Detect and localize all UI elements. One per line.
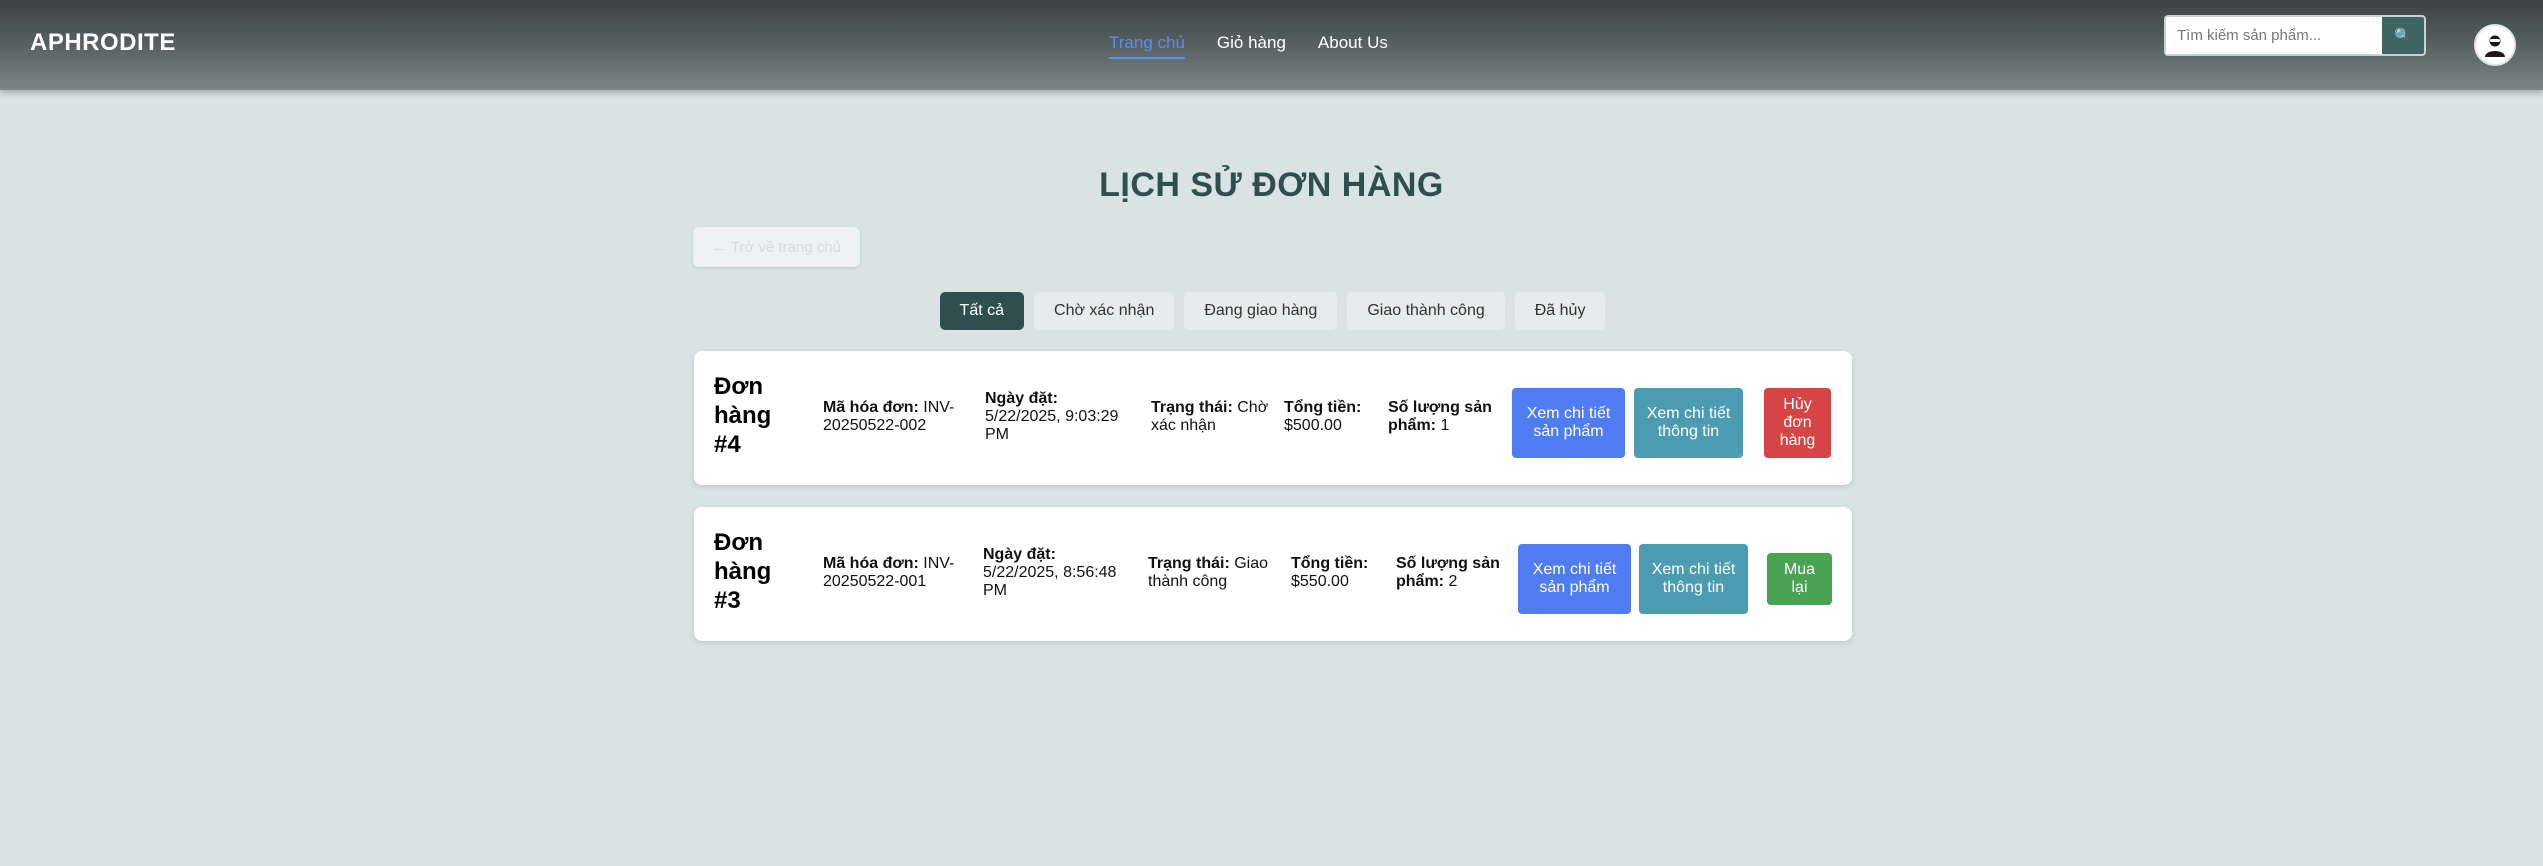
view-info-button[interactable]: Xem chi tiết thông tin bbox=[1634, 388, 1743, 458]
invoice-label: Mã hóa đơn: bbox=[823, 399, 919, 416]
order-title: Đơn hàng #4 bbox=[714, 373, 772, 458]
filter-delivered[interactable]: Giao thành công bbox=[1347, 292, 1505, 330]
cancel-order-button[interactable]: Hủy đơn hàng bbox=[1764, 388, 1831, 458]
main-nav: Trang chủ Giỏ hàng About Us bbox=[1109, 33, 1388, 59]
order-invoice: Mã hóa đơn: INV-20250522-001 bbox=[823, 555, 973, 591]
date-label: Ngày đặt: bbox=[983, 546, 1056, 563]
order-total: Tổng tiền: $500.00 bbox=[1284, 399, 1374, 435]
search-icon: 🔍 bbox=[2394, 27, 2412, 43]
order-date: Ngày đặt: 5/22/2025, 8:56:48 PM bbox=[983, 546, 1133, 600]
filter-pending[interactable]: Chờ xác nhận bbox=[1034, 292, 1175, 330]
search-bar: 🔍 bbox=[2164, 15, 2426, 56]
nav-cart[interactable]: Giỏ hàng bbox=[1217, 33, 1286, 59]
order-status: Trạng thái: Giao thành công bbox=[1148, 555, 1283, 591]
view-products-button[interactable]: Xem chi tiết sản phẩm bbox=[1518, 544, 1631, 614]
order-date: Ngày đặt: 5/22/2025, 9:03:29 PM bbox=[985, 390, 1135, 444]
date-label: Ngày đặt: bbox=[985, 390, 1058, 407]
quantity-value: 1 bbox=[1440, 417, 1450, 434]
order-status: Trạng thái: Chờ xác nhận bbox=[1151, 399, 1271, 435]
order-card: Đơn hàng #4 Mã hóa đơn: INV-20250522-002… bbox=[694, 351, 1852, 485]
filter-all[interactable]: Tất cả bbox=[939, 292, 1025, 330]
status-label: Trạng thái: bbox=[1151, 399, 1233, 416]
order-quantity: Số lượng sản phẩm: 1 bbox=[1388, 399, 1493, 435]
order-card: Đơn hàng #3 Mã hóa đơn: INV-20250522-001… bbox=[694, 507, 1852, 641]
date-value: 5/22/2025, 9:03:29 PM bbox=[985, 408, 1119, 443]
order-title: Đơn hàng #3 bbox=[714, 529, 772, 614]
quantity-value: 2 bbox=[1448, 573, 1458, 590]
total-label: Tổng tiền: bbox=[1291, 555, 1369, 572]
order-quantity: Số lượng sản phẩm: 2 bbox=[1396, 555, 1501, 591]
filter-cancelled[interactable]: Đã hủy bbox=[1514, 292, 1606, 330]
view-products-button[interactable]: Xem chi tiết sản phẩm bbox=[1512, 388, 1625, 458]
total-value: $550.00 bbox=[1291, 573, 1349, 590]
reorder-button[interactable]: Mua lại bbox=[1767, 553, 1832, 605]
search-button[interactable]: 🔍 bbox=[2382, 17, 2424, 54]
view-info-button[interactable]: Xem chi tiết thông tin bbox=[1639, 544, 1748, 614]
total-label: Tổng tiền: bbox=[1284, 399, 1362, 416]
brand-logo[interactable]: APHRODITE bbox=[30, 29, 176, 57]
status-label: Trạng thái: bbox=[1148, 555, 1230, 572]
avatar[interactable] bbox=[2474, 24, 2516, 66]
filter-shipping[interactable]: Đang giao hàng bbox=[1184, 292, 1338, 330]
search-input[interactable] bbox=[2166, 17, 2382, 54]
order-total: Tổng tiền: $550.00 bbox=[1291, 555, 1381, 591]
date-value: 5/22/2025, 8:56:48 PM bbox=[983, 564, 1117, 599]
status-filter-tabs: Tất cả Chờ xác nhận Đang giao hàng Giao … bbox=[0, 292, 2543, 330]
user-icon bbox=[2485, 35, 2505, 57]
page-title: LỊCH SỬ ĐƠN HÀNG bbox=[1099, 166, 1444, 204]
total-value: $500.00 bbox=[1284, 417, 1342, 434]
nav-home[interactable]: Trang chủ bbox=[1109, 33, 1185, 59]
order-invoice: Mã hóa đơn: INV-20250522-002 bbox=[823, 399, 973, 435]
back-home-button[interactable]: ← Trở về trang chủ bbox=[693, 227, 860, 267]
invoice-label: Mã hóa đơn: bbox=[823, 555, 919, 572]
nav-about[interactable]: About Us bbox=[1318, 33, 1388, 59]
top-navbar: APHRODITE Trang chủ Giỏ hàng About Us 🔍 bbox=[0, 0, 2543, 90]
